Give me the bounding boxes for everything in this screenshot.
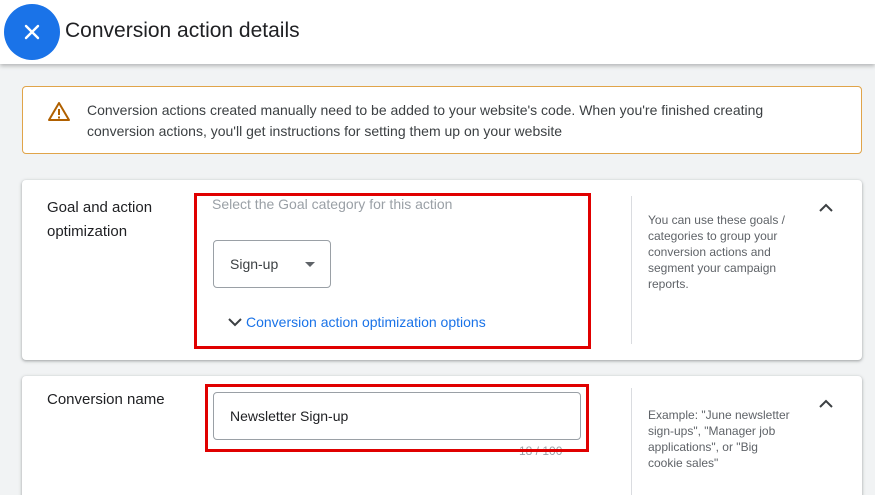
conversion-name-input[interactable] bbox=[213, 392, 581, 440]
warning-banner: Conversion actions created manually need… bbox=[22, 86, 862, 154]
name-help-text: Example: "June newsletter sign-ups", "Ma… bbox=[648, 408, 790, 470]
goal-category-select[interactable]: Sign-up bbox=[213, 240, 331, 288]
collapse-section-button[interactable] bbox=[812, 390, 840, 418]
dropdown-arrow-icon bbox=[305, 262, 315, 267]
chevron-down-icon bbox=[228, 318, 242, 327]
goal-optimization-card: Goal and action optimization Select the … bbox=[22, 180, 862, 360]
collapse-section-button[interactable] bbox=[812, 194, 840, 222]
warning-icon bbox=[48, 102, 70, 121]
select-value: Sign-up bbox=[230, 256, 279, 272]
banner-message: Conversion actions created manually need… bbox=[87, 102, 764, 139]
section-label: Conversion name bbox=[47, 391, 165, 408]
optimization-options-link: Conversion action optimization options bbox=[246, 314, 486, 330]
page-title: Conversion action details bbox=[65, 19, 300, 42]
chevron-up-icon bbox=[819, 203, 833, 212]
goal-help-text: You can use these goals / categories to … bbox=[648, 213, 785, 291]
close-button[interactable] bbox=[4, 4, 60, 60]
goal-category-hint: Select the Goal category for this action bbox=[212, 196, 453, 212]
section-label: Goal and action optimization bbox=[47, 199, 153, 240]
divider bbox=[631, 196, 632, 344]
conversion-name-card: Conversion name 18 / 100 Example: "June … bbox=[22, 376, 862, 495]
character-counter: 18 / 100 bbox=[519, 444, 563, 458]
close-icon bbox=[24, 24, 40, 40]
divider bbox=[631, 388, 632, 495]
optimization-options-toggle[interactable]: Conversion action optimization options bbox=[225, 312, 486, 332]
chevron-up-icon bbox=[819, 399, 833, 408]
header-bar: Conversion action details bbox=[0, 0, 875, 64]
